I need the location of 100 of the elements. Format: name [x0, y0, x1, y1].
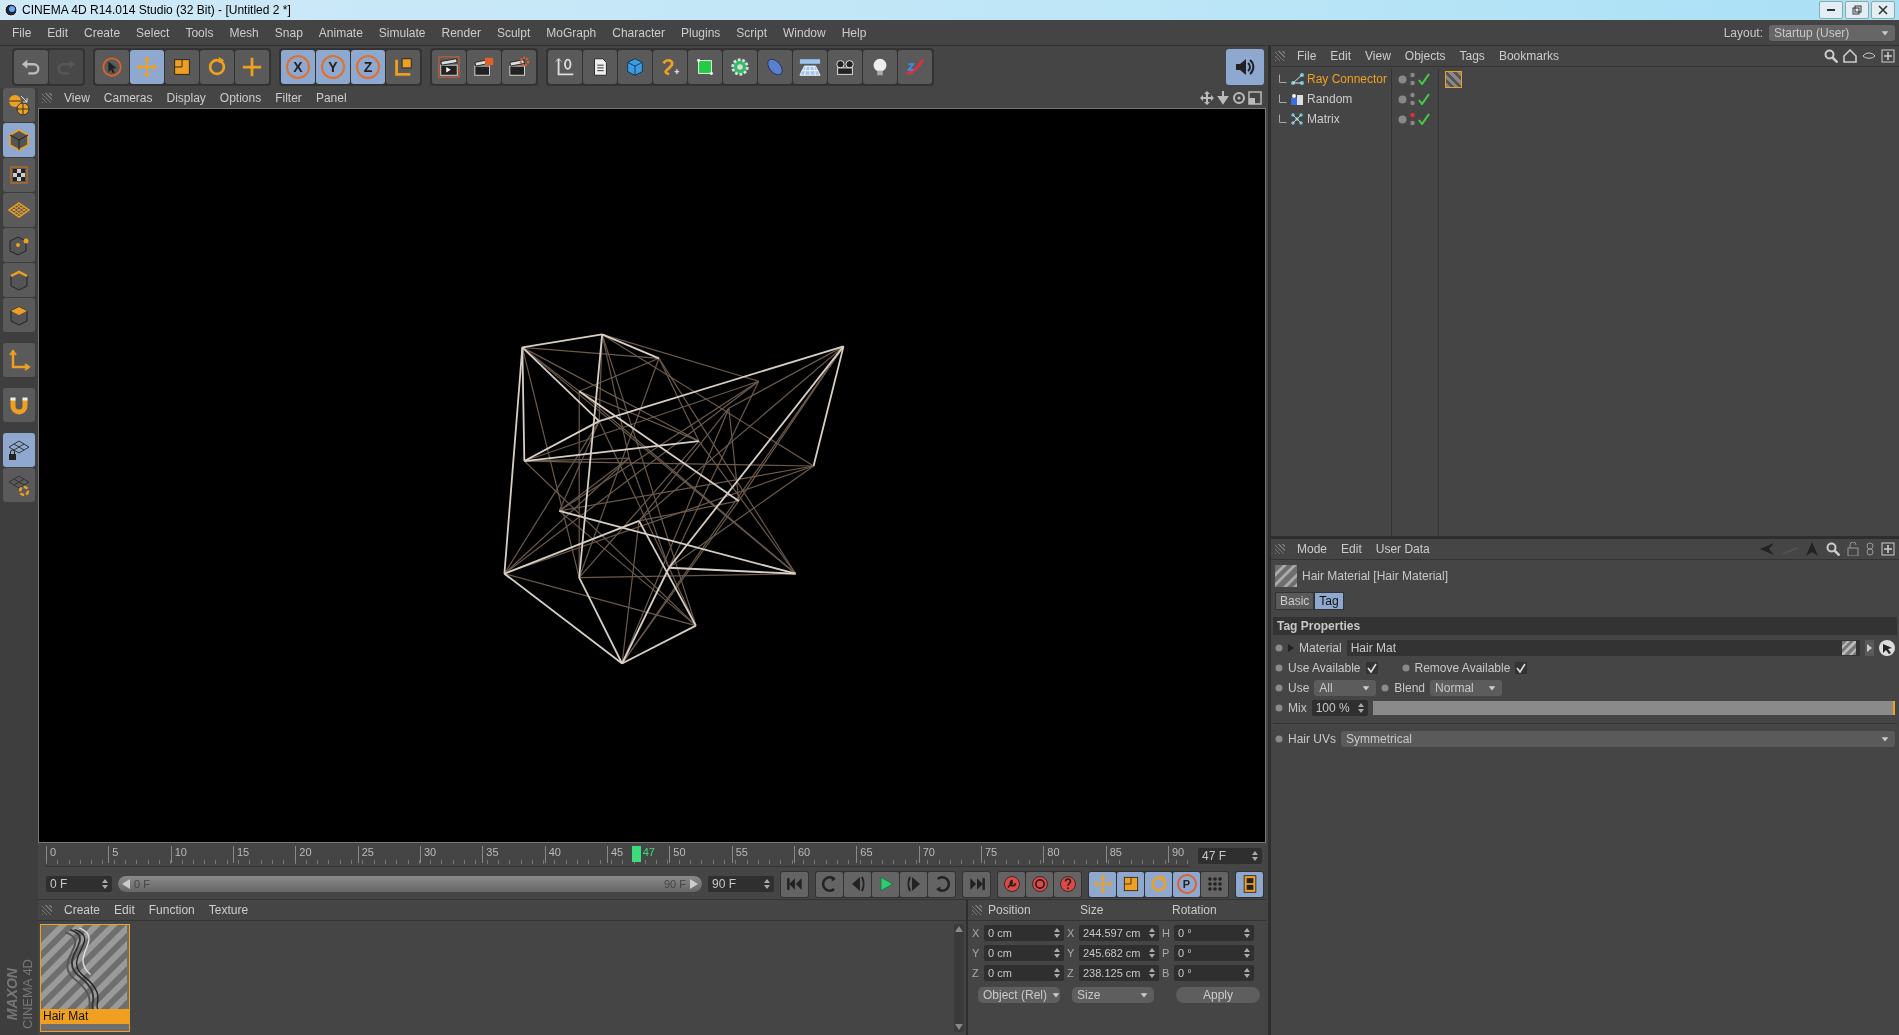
menu-item[interactable]: View	[58, 91, 96, 105]
menu-item[interactable]: Render	[433, 23, 489, 42]
menu-item[interactable]: Character	[604, 23, 673, 42]
rotate-circle-button[interactable]	[1145, 871, 1172, 897]
menu-item[interactable]: View	[1359, 49, 1397, 63]
apply-button[interactable]: Apply	[1176, 987, 1260, 1003]
cube-button[interactable]	[618, 50, 652, 84]
menu-item[interactable]: Animate	[310, 23, 371, 42]
cube-edges-button[interactable]	[3, 263, 35, 297]
locked-grid-button[interactable]	[3, 433, 35, 467]
clapboard-button[interactable]	[432, 50, 466, 84]
menu-item[interactable]: MoGraph	[538, 23, 605, 42]
size-field[interactable]: 245.682 cm	[1079, 945, 1159, 961]
menu-item[interactable]: Edit	[1335, 542, 1368, 556]
menu-item[interactable]: Window	[775, 23, 834, 42]
play-button[interactable]	[872, 871, 899, 897]
go-to-start-button[interactable]	[781, 871, 808, 897]
autokey-button[interactable]	[1026, 871, 1053, 897]
undo-button[interactable]	[14, 50, 48, 84]
speaker-button[interactable]	[1226, 49, 1264, 85]
menu-item[interactable]: Edit	[108, 903, 141, 917]
filmstrip-button[interactable]	[1236, 871, 1263, 897]
scrollbar[interactable]	[954, 924, 964, 1032]
size-mode-dropdown[interactable]: Size	[1072, 987, 1154, 1003]
mix-slider[interactable]	[1372, 701, 1895, 715]
tab[interactable]: Tag	[1314, 592, 1344, 610]
flower-button[interactable]	[723, 50, 757, 84]
move-arrows-button[interactable]	[1089, 871, 1116, 897]
go-to-end-button[interactable]	[963, 871, 990, 897]
document-button[interactable]	[583, 50, 617, 84]
step-forward-button[interactable]	[900, 871, 927, 897]
object-name[interactable]: Matrix	[1307, 112, 1340, 126]
axis-cube-button[interactable]	[386, 50, 420, 84]
menu-item[interactable]: Mode	[1291, 542, 1334, 556]
axis-lock-button[interactable]: Z	[351, 50, 385, 84]
light-bulb-button[interactable]	[863, 50, 897, 84]
material-link-field[interactable]: Hair Mat	[1346, 640, 1860, 656]
menu-item[interactable]: Sculpt	[488, 23, 539, 42]
menu-item[interactable]: Simulate	[370, 23, 434, 42]
scale-square-button[interactable]	[165, 50, 199, 84]
scale-square-button[interactable]	[1117, 871, 1144, 897]
object-name[interactable]: Ray Connector	[1307, 72, 1388, 86]
checkbox[interactable]	[1515, 662, 1528, 674]
playhead[interactable]	[631, 845, 641, 862]
menu-item[interactable]: Create	[76, 23, 129, 42]
frame-field[interactable]: 47 F	[1198, 848, 1262, 864]
link-menu-button[interactable]	[1865, 640, 1874, 656]
record-key-button[interactable]	[998, 871, 1025, 897]
rotate-circle-button[interactable]	[200, 50, 234, 84]
menu-item[interactable]: Tags	[1453, 49, 1491, 63]
position-field[interactable]: 0 cm	[984, 965, 1064, 981]
menu-item[interactable]: Display	[160, 91, 212, 105]
step-back-button[interactable]	[844, 871, 871, 897]
panel-grip[interactable]	[1275, 544, 1285, 554]
plus-button[interactable]	[235, 50, 269, 84]
menu-item[interactable]: Texture	[202, 903, 255, 917]
dot-grid-button[interactable]	[1201, 871, 1228, 897]
timeline-ruler[interactable]: 0 5 10 15 20 25 30 35 40 45 47 50 55 60 65 70 75 80 85 90	[46, 845, 1190, 867]
end-frame-field[interactable]: 90 F	[708, 876, 774, 892]
camera-button[interactable]	[828, 50, 862, 84]
hair-material-tag[interactable]	[1445, 70, 1462, 88]
menu-item[interactable]: File	[1291, 49, 1323, 63]
loop-right-button[interactable]	[928, 871, 955, 897]
parameter-key-button[interactable]: P	[1173, 871, 1200, 897]
coordinate-mode-dropdown[interactable]: Object (Rel)	[978, 987, 1060, 1003]
tab[interactable]: Basic	[1275, 592, 1315, 610]
loop-left-button[interactable]	[816, 871, 843, 897]
size-field[interactable]: 244.597 cm	[1079, 925, 1159, 941]
position-field[interactable]: 0 cm	[984, 945, 1064, 961]
panel-grip[interactable]	[42, 905, 52, 915]
cube-face-button[interactable]	[3, 298, 35, 332]
panel-grip[interactable]	[1275, 51, 1285, 61]
menu-item[interactable]: Mesh	[221, 23, 267, 42]
menu-item[interactable]: Options	[213, 91, 268, 105]
selection-arrow-button[interactable]	[95, 50, 129, 84]
menu-item[interactable]: Edit	[39, 23, 77, 42]
layout-dropdown[interactable]: Startup (User)	[1769, 24, 1895, 41]
menu-item[interactable]: Snap	[266, 23, 311, 42]
menu-item[interactable]: Tools	[177, 23, 222, 42]
cube-points-button[interactable]	[3, 228, 35, 262]
chessboard-button[interactable]	[3, 158, 35, 192]
panel-grip[interactable]	[42, 93, 52, 103]
axes-ring-button[interactable]	[548, 50, 582, 84]
capsule-button[interactable]	[758, 50, 792, 84]
object-name[interactable]: Random	[1307, 92, 1353, 106]
menu-item[interactable]: Filter	[269, 91, 308, 105]
floor-grid-button[interactable]	[793, 50, 827, 84]
pick-button[interactable]	[1879, 640, 1895, 656]
rotation-field[interactable]: 0 °	[1174, 945, 1254, 961]
rotation-field[interactable]: 0 °	[1174, 965, 1254, 981]
position-field[interactable]: 0 cm	[984, 925, 1064, 941]
maximize-button[interactable]	[1845, 1, 1869, 19]
use-dropdown[interactable]: All	[1314, 680, 1377, 696]
clapboard-gear-button[interactable]	[502, 50, 536, 84]
start-frame-field[interactable]: 0 F	[46, 876, 112, 892]
axis-button[interactable]	[3, 343, 35, 377]
clapboard-square-button[interactable]	[467, 50, 501, 84]
axis-lock-button[interactable]: X	[281, 50, 315, 84]
menu-item[interactable]: User Data	[1369, 542, 1436, 556]
menu-item[interactable]: Script	[728, 23, 775, 42]
